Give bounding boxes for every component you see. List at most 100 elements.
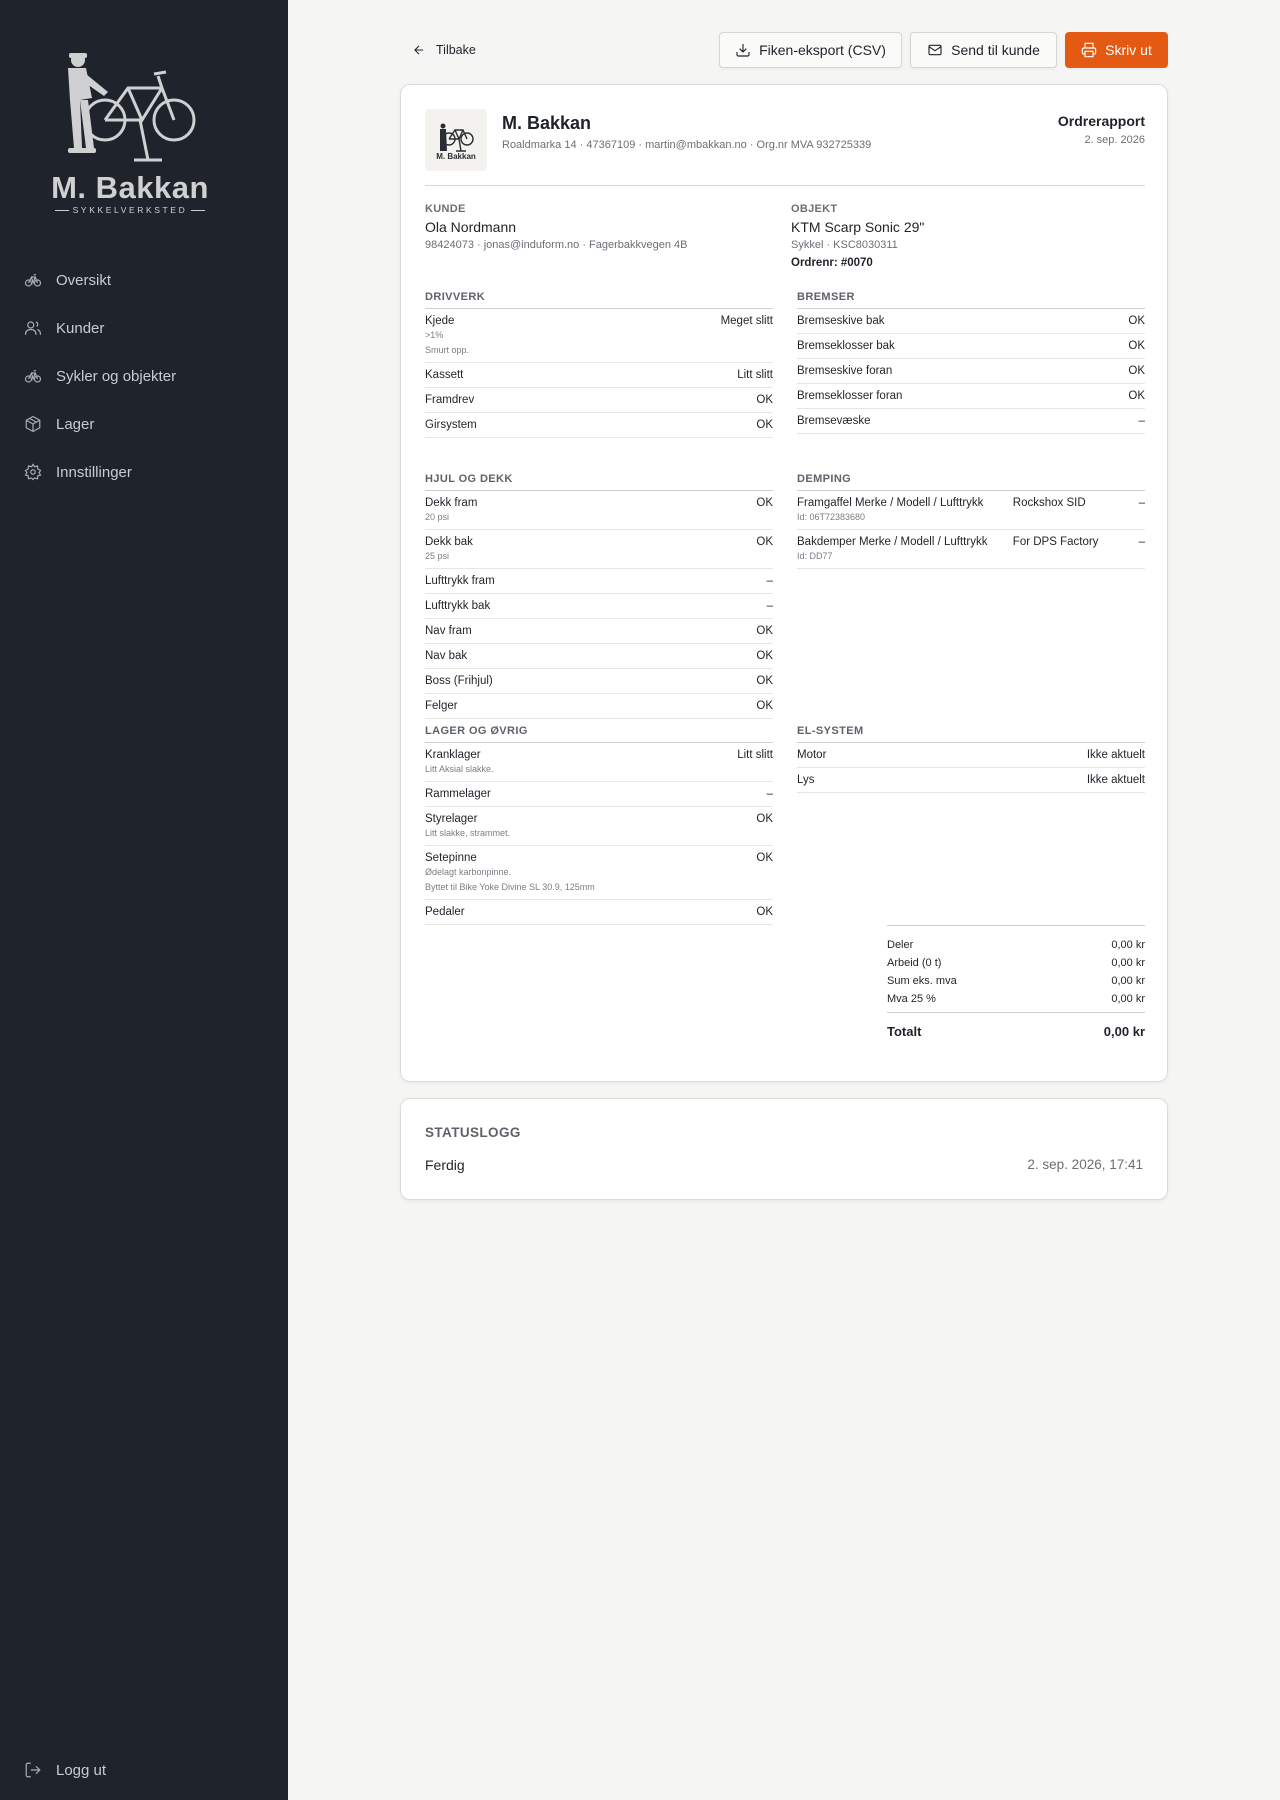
sidebar-item-lager[interactable]: Lager	[0, 400, 288, 448]
customer-info: 98424073 · jonas@induform.no · Fagerbakk…	[425, 239, 688, 251]
row-label: Boss (Frihjul)	[425, 675, 493, 687]
check-row: Kassett Litt slitt	[425, 363, 773, 388]
sidebar-item-label: Lager	[56, 415, 95, 433]
check-row: Bremseklosser bak OK	[797, 334, 1145, 359]
company-name: M. Bakkan	[502, 113, 592, 133]
report-title: Ordrerapport	[1057, 113, 1145, 129]
totals-value: 0,00 kr	[1111, 993, 1145, 1005]
section-title: DRIVVERK	[425, 291, 773, 309]
check-row: Lys Ikke aktuelt	[797, 768, 1145, 793]
customer-label: KUNDE	[425, 203, 466, 215]
row-note: Ødelagt karbonpinne.	[425, 867, 512, 877]
check-row: Dekk bak 25 psi OK	[425, 530, 773, 569]
row-label: Dekk bak	[425, 536, 473, 548]
row-value: OK	[1128, 390, 1145, 402]
object-name: KTM Scarp Sonic 29"	[791, 219, 925, 235]
status-log-card: STATUSLOGG Ferdig 2. sep. 2026, 17:41	[400, 1098, 1168, 1200]
order-number: Ordrenr: #0070	[791, 257, 873, 269]
company-logo: M. Bakkan	[425, 109, 487, 171]
section-el-system: EL-SYSTEM Motor Ikke aktuelt Lys Ikke aktu…	[797, 725, 1145, 793]
row-value: OK	[756, 650, 773, 662]
order-report-card: M. Bakkan M. Bakkan Roaldmarka 14 · 4736…	[400, 84, 1168, 1082]
row-value: OK	[756, 675, 773, 687]
row-value: OK	[756, 852, 773, 864]
check-row: Bremseskive foran OK	[797, 359, 1145, 384]
company-logo-icon: M. Bakkan	[436, 123, 476, 161]
logout-label: Logg ut	[56, 1761, 107, 1779]
row-label: Lys	[797, 774, 815, 786]
row-value: –	[766, 788, 773, 800]
box-icon	[25, 415, 41, 433]
back-link[interactable]: Tilbake	[412, 40, 476, 60]
row-label: Dekk fram	[425, 497, 478, 509]
status-log-title: STATUSLOGG	[425, 1125, 521, 1140]
printer-icon	[1081, 42, 1097, 58]
send-to-customer-button[interactable]: Send til kunde	[910, 32, 1057, 68]
row-label: Kranklager	[425, 749, 481, 761]
row-note: Litt Aksial slakke.	[425, 764, 494, 774]
row-label: Styrelager	[425, 813, 478, 825]
row-value: Litt slitt	[737, 749, 773, 761]
check-row: Girsystem OK	[425, 413, 773, 438]
status-entry-status: Ferdig	[425, 1157, 465, 1173]
section-title: BREMSER	[797, 291, 1145, 309]
row-note: Id: DD77	[797, 551, 833, 561]
row-label: Framgaffel Merke / Modell / Lufttrykk	[797, 497, 984, 509]
row-value: Meget slitt	[720, 315, 773, 327]
company-logo-wordmark: M. Bakkan	[436, 152, 476, 161]
check-row: Styrelager Litt slakke, strammet. OK	[425, 807, 773, 846]
totals-label: Deler	[887, 939, 914, 951]
check-row: Lufttrykk bak –	[425, 594, 773, 619]
row-value: –	[1138, 497, 1145, 509]
totals-row: Arbeid (0 t) 0,00 kr	[887, 954, 1145, 972]
brand-logo: M. Bakkan SYKKELVERKSTED	[50, 48, 210, 218]
totals-label: Totalt	[887, 1024, 922, 1039]
row-value: –	[1138, 415, 1145, 427]
sidebar-item-sykler[interactable]: Sykler og objekter	[0, 352, 288, 400]
row-label: Lufttrykk fram	[425, 575, 495, 587]
section-hjul-og-dekk: HJUL OG DEKK Dekk fram 20 psi OK Dekk bak 2…	[425, 473, 773, 719]
grand-total-row: Totalt 0,00 kr	[887, 1012, 1145, 1042]
totals-label: Mva 25 %	[887, 993, 936, 1005]
row-note: Byttet til Bike Yoke Divine SL 30.9, 125…	[425, 882, 595, 892]
row-value: OK	[756, 625, 773, 637]
brand-name: M. Bakkan	[51, 170, 209, 205]
print-button[interactable]: Skriv ut	[1065, 32, 1168, 68]
sidebar-item-innstillinger[interactable]: Innstillinger	[0, 448, 288, 496]
send-label: Send til kunde	[951, 42, 1040, 58]
check-row: Bremseskive bak OK	[797, 309, 1145, 334]
sidebar-item-oversikt[interactable]: Oversikt	[0, 256, 288, 304]
totals-value: 0,00 kr	[1111, 939, 1145, 951]
arrow-left-icon	[414, 45, 424, 55]
bike-icon	[24, 274, 42, 287]
row-label: Setepinne	[425, 852, 477, 864]
check-row: Motor Ikke aktuelt	[797, 743, 1145, 768]
totals-row: Deler 0,00 kr	[887, 936, 1145, 954]
row-model: For DPS Factory	[1012, 536, 1099, 548]
row-label: Motor	[797, 749, 827, 761]
row-label: Framdrev	[425, 394, 475, 406]
check-row: Bremsevæske –	[797, 409, 1145, 434]
sidebar-item-label: Sykler og objekter	[56, 367, 177, 385]
csv-export-button[interactable]: Fiken-eksport (CSV)	[719, 32, 902, 68]
row-label: Bremseklosser bak	[797, 340, 895, 352]
sidebar-item-kunder[interactable]: Kunder	[0, 304, 288, 352]
row-value: Litt slitt	[737, 369, 773, 381]
section-demping: DEMPING Framgaffel Merke / Modell / Luft…	[797, 473, 1145, 569]
check-row: Kjede >1% Smurt opp. Meget slitt	[425, 309, 773, 363]
section-lager-og-ovrig: LAGER OG ØVRIG Kranklager Litt Aksial sla…	[425, 725, 773, 925]
mail-icon	[928, 44, 942, 56]
row-note: Litt slakke, strammet.	[425, 828, 511, 838]
sidebar-nav: Oversikt Kunder Sykler og objekter Lager…	[0, 256, 288, 496]
sidebar: M. Bakkan SYKKELVERKSTED Oversikt Kunder…	[0, 0, 288, 1800]
totals-label: Sum eks. mva	[887, 975, 957, 987]
object-info: Sykkel · KSC8030311	[791, 239, 898, 251]
section-bremser: BREMSER Bremseskive bak OK Bremseklosser …	[797, 291, 1145, 434]
check-row: Bakdemper Merke / Modell / Lufttrykk Id: …	[797, 530, 1145, 569]
row-value: OK	[756, 536, 773, 548]
logout-button[interactable]: Logg ut	[0, 1746, 288, 1794]
row-value: OK	[1128, 340, 1145, 352]
status-entry-time: 2. sep. 2026, 17:41	[1027, 1157, 1143, 1172]
section-title: LAGER OG ØVRIG	[425, 725, 773, 743]
row-label: Felger	[425, 700, 458, 712]
